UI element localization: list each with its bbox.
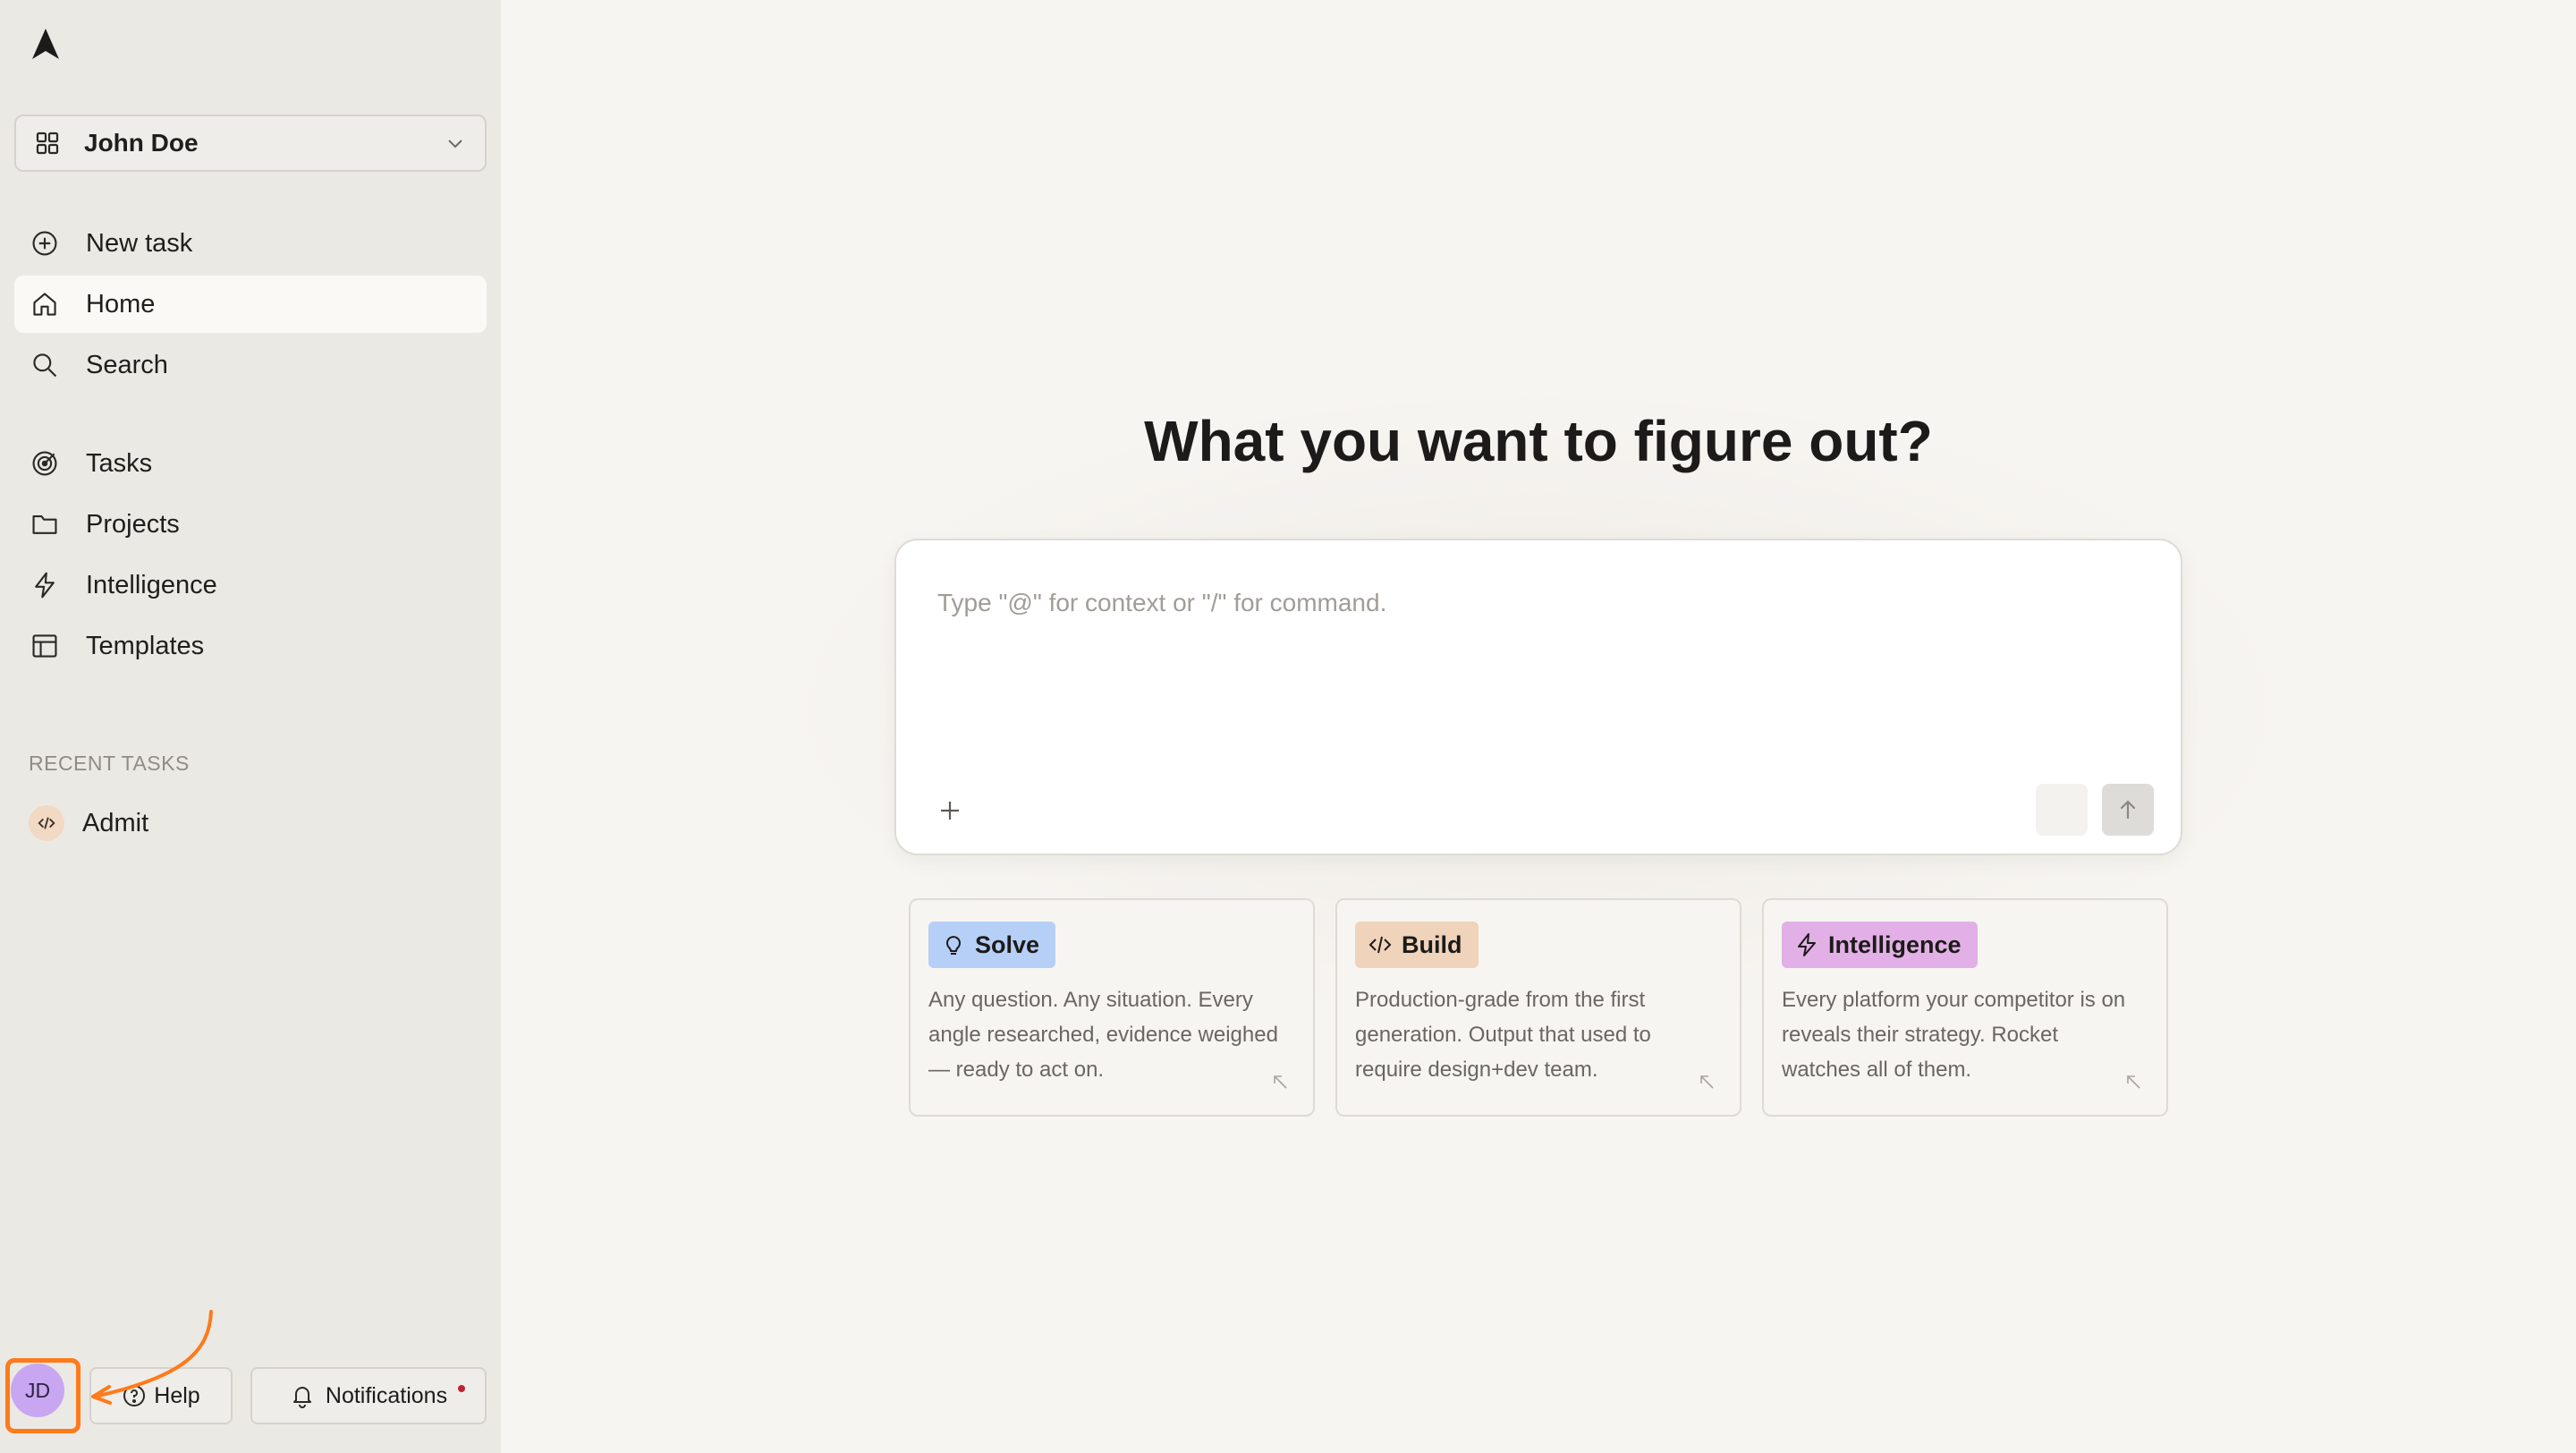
card-tag-label: Solve (975, 930, 1040, 958)
nav-label: Intelligence (86, 570, 217, 599)
bell-icon (292, 1387, 311, 1408)
nav-projects[interactable]: Projects (14, 496, 487, 553)
code-icon (29, 805, 64, 841)
page-title: What you want to figure out? (1144, 409, 1933, 473)
code-icon (1368, 936, 1392, 954)
nav-label: Templates (86, 631, 205, 660)
workspace-name: John Doe (84, 129, 199, 157)
nav-new-task[interactable]: New task (14, 215, 487, 272)
main-content: What you want to figure out? Solve Any q… (501, 0, 2576, 1453)
plus-circle-icon (29, 227, 61, 259)
card-description: Every platform your competitor is on rev… (1782, 988, 2126, 1082)
primary-nav: New task Home Search (14, 215, 487, 397)
card-tag: Build (1355, 922, 1479, 968)
recent-task-label: Admit (82, 808, 149, 837)
recent-tasks-heading: RECENT TASKS (29, 752, 190, 775)
home-icon (29, 288, 61, 320)
layout-icon (29, 630, 61, 662)
card-tag-label: Build (1402, 930, 1462, 958)
rocket-logo[interactable] (27, 25, 64, 63)
card-description: Any question. Any situation. Every angle… (928, 988, 1278, 1082)
chevron-down-icon (444, 132, 467, 155)
target-icon (29, 447, 61, 480)
nav-tasks[interactable]: Tasks (14, 435, 487, 492)
composer (894, 539, 2182, 855)
nav-label: Home (86, 289, 156, 319)
recent-task-item[interactable]: Admit (14, 794, 487, 852)
plus-icon (941, 802, 959, 820)
nav-label: New task (86, 228, 193, 258)
voice-button[interactable] (2036, 784, 2088, 836)
arrow-up-left-icon (1274, 1075, 1287, 1089)
card-tag: Solve (928, 922, 1056, 968)
card-description: Production-grade from the first generati… (1355, 988, 1651, 1082)
nav-search[interactable]: Search (14, 336, 487, 394)
notifications-label: Notifications (325, 1382, 448, 1408)
help-button[interactable]: Help (89, 1367, 233, 1424)
nav-label: Tasks (86, 448, 153, 478)
search-icon (29, 349, 61, 381)
avatar[interactable]: JD (11, 1364, 64, 1417)
folder-icon (29, 508, 61, 540)
card-tag: Intelligence (1782, 922, 1978, 968)
suggestion-cards: Solve Any question. Any situation. Every… (909, 898, 2168, 1117)
notifications-button[interactable]: Notifications (250, 1367, 487, 1424)
card-tag-label: Intelligence (1828, 930, 1962, 958)
nav-label: Search (86, 350, 168, 379)
send-button[interactable] (2102, 784, 2154, 836)
help-icon (123, 1385, 146, 1406)
card-build[interactable]: Build Production-grade from the first ge… (1335, 898, 1741, 1117)
add-attachment-button[interactable] (932, 793, 968, 828)
bolt-icon (1798, 933, 1816, 956)
arrow-up-left-icon (2127, 1075, 2140, 1089)
arrow-up-icon (2120, 800, 2136, 820)
grid-icon (34, 130, 61, 157)
help-label: Help (154, 1382, 200, 1408)
nav-label: Projects (86, 509, 180, 539)
card-solve[interactable]: Solve Any question. Any situation. Every… (909, 898, 1315, 1117)
sidebar-footer: JD Help Notifications (0, 1353, 501, 1433)
workspace-switcher[interactable]: John Doe (14, 115, 487, 172)
card-intelligence[interactable]: Intelligence Every platform your competi… (1762, 898, 2168, 1117)
nav-templates[interactable]: Templates (14, 617, 487, 675)
sidebar: John Doe New task Home Search Tasks Proj… (0, 0, 501, 1453)
lightbulb-icon (946, 936, 961, 955)
prompt-input[interactable] (937, 589, 2100, 696)
arrow-up-left-icon (1700, 1075, 1714, 1089)
secondary-nav: Tasks Projects Intelligence Templates (14, 435, 487, 678)
nav-home[interactable]: Home (14, 276, 487, 333)
nav-intelligence[interactable]: Intelligence (14, 557, 487, 614)
bolt-icon (29, 569, 61, 601)
notification-dot (458, 1385, 465, 1392)
